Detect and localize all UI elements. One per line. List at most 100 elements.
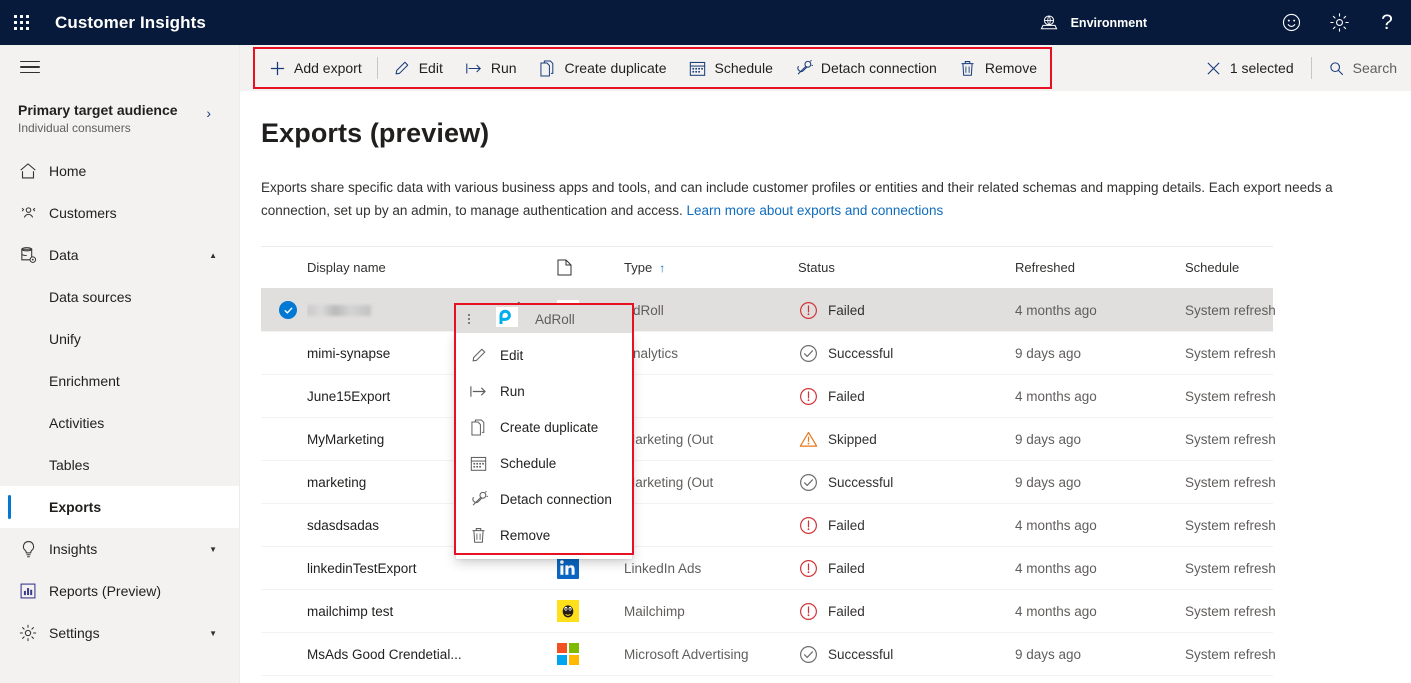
cell-schedule: System refresh xyxy=(1185,517,1276,533)
column-header-type[interactable]: Type ↑ xyxy=(624,260,798,275)
table-row[interactable]: mimi-synapse Analytics Successful 9 days ag… xyxy=(261,332,1276,375)
page-description: Exports share specific data with various… xyxy=(261,176,1386,222)
sidebar-item-reports-preview[interactable]: Reports (Preview) xyxy=(0,570,239,612)
sidebar-item-tables[interactable]: Tables xyxy=(0,444,239,486)
row-select-cell[interactable] xyxy=(261,301,307,319)
environment-selector[interactable]: Environment xyxy=(1036,10,1147,36)
cell-display-name-text: June15Export xyxy=(307,388,391,404)
row-select-cell[interactable] xyxy=(261,559,307,577)
report-chart-icon xyxy=(18,582,38,600)
sidebar-item-enrichment[interactable]: Enrichment xyxy=(0,360,239,402)
context-menu-item-label: Create duplicate xyxy=(500,419,599,435)
cell-status: Skipped xyxy=(798,430,1015,449)
sidebar-item-data[interactable]: Data ▲ xyxy=(0,234,239,276)
row-select-cell[interactable] xyxy=(261,645,307,663)
sidebar-item-label: Insights xyxy=(49,541,98,557)
context-menu-edit[interactable]: Edit xyxy=(456,337,632,373)
duplicate-icon xyxy=(539,59,557,77)
table-row[interactable]: June15Export Failed 4 months ago System ref… xyxy=(261,375,1276,418)
audience-subtitle: Individual consumers xyxy=(18,121,131,135)
row-select-cell[interactable] xyxy=(261,516,307,534)
table-row[interactable]: mailchimp test Mailchimp Failed 4 months ag… xyxy=(261,590,1276,633)
command-remove-button[interactable]: Remove xyxy=(948,50,1048,86)
row-checkbox-checked[interactable] xyxy=(279,301,297,319)
row-checkbox[interactable] xyxy=(279,387,297,405)
check-circle-icon xyxy=(798,473,818,492)
plus-icon xyxy=(268,60,286,77)
sidebar-item-label: Activities xyxy=(49,415,105,431)
cell-schedule: System refresh xyxy=(1185,388,1276,404)
calendar-icon xyxy=(469,455,488,472)
row-checkbox[interactable] xyxy=(279,516,297,534)
check-circle-icon xyxy=(798,344,818,363)
sidebar-item-unify[interactable]: Unify xyxy=(0,318,239,360)
error-circle-icon xyxy=(798,301,818,320)
context-menu-create-duplicate[interactable]: Create duplicate xyxy=(456,409,632,445)
chevron-down-icon[interactable]: ▼ xyxy=(209,545,217,554)
context-menu-remove[interactable]: Remove xyxy=(456,517,632,553)
column-header-status[interactable]: Status xyxy=(798,260,1015,275)
column-header-refreshed[interactable]: Refreshed xyxy=(1015,260,1185,275)
sidebar-item-exports[interactable]: Exports xyxy=(0,486,239,528)
run-arrow-icon xyxy=(469,384,488,399)
table-row[interactable]: linkedinTestExport LinkedIn Ads Failed 4 mo… xyxy=(261,547,1276,590)
table-row[interactable]: marketing Marketing (Out Successful 9 days … xyxy=(261,461,1276,504)
column-header-display-name[interactable]: Display name xyxy=(307,260,507,275)
learn-more-link[interactable]: Learn more about exports and connections xyxy=(687,203,944,218)
row-checkbox[interactable] xyxy=(279,344,297,362)
cell-display-name-text: MsAds Good Crendetial... xyxy=(307,646,462,662)
command-add-export-button[interactable]: Add export xyxy=(257,50,373,86)
sidebar-item-activities[interactable]: Activities xyxy=(0,402,239,444)
command-detach-connection-button[interactable]: Detach connection xyxy=(784,50,948,86)
primary-target-audience-selector[interactable]: Primary target audience Individual consu… xyxy=(0,89,239,150)
sidebar-item-insights[interactable]: Insights ▼ xyxy=(0,528,239,570)
row-checkbox[interactable] xyxy=(279,602,297,620)
row-select-cell[interactable] xyxy=(261,344,307,362)
row-select-cell[interactable] xyxy=(261,602,307,620)
hamburger-menu-icon[interactable] xyxy=(6,45,54,89)
chevron-down-icon[interactable]: ▼ xyxy=(209,629,217,638)
app-launcher-icon[interactable] xyxy=(0,0,44,45)
row-checkbox[interactable] xyxy=(279,559,297,577)
check-circle-icon xyxy=(798,645,818,664)
lightbulb-icon xyxy=(18,540,38,559)
people-icon xyxy=(18,205,38,222)
row-select-cell[interactable] xyxy=(261,430,307,448)
pencil-icon xyxy=(393,60,411,77)
row-checkbox[interactable] xyxy=(279,645,297,663)
search-icon xyxy=(1329,61,1344,76)
table-row[interactable]: sdasdsadas Failed 4 months ago System refre… xyxy=(261,504,1276,547)
command-create-duplicate-button[interactable]: Create duplicate xyxy=(528,50,678,86)
more-vertical-icon[interactable] xyxy=(458,314,480,324)
cell-status: Failed xyxy=(798,516,1015,535)
sidebar-item-settings[interactable]: Settings ▼ xyxy=(0,612,239,654)
command-schedule-button[interactable]: Schedule xyxy=(677,50,783,86)
trash-icon xyxy=(469,527,488,544)
row-checkbox[interactable] xyxy=(279,430,297,448)
chevron-up-icon[interactable]: ▲ xyxy=(209,251,217,260)
context-menu-run[interactable]: Run xyxy=(456,373,632,409)
table-row[interactable]: MyMarketing Marketing (Out Skipped 9 days a… xyxy=(261,418,1276,461)
gear-icon[interactable] xyxy=(1315,0,1363,45)
command-run-button[interactable]: Run xyxy=(454,50,528,86)
context-menu-schedule[interactable]: Schedule xyxy=(456,445,632,481)
clear-selection-button[interactable]: 1 selected xyxy=(1194,50,1306,86)
context-menu-item-label: Edit xyxy=(500,347,524,363)
column-header-schedule[interactable]: Schedule xyxy=(1185,260,1330,275)
sidebar-item-customers[interactable]: Customers xyxy=(0,192,239,234)
row-checkbox[interactable] xyxy=(279,473,297,491)
context-menu-item-label: Detach connection xyxy=(500,491,612,507)
sidebar-item-label: Reports (Preview) xyxy=(49,583,162,599)
sidebar-item-home[interactable]: Home xyxy=(0,150,239,192)
sidebar-item-data-sources[interactable]: Data sources xyxy=(0,276,239,318)
row-select-cell[interactable] xyxy=(261,387,307,405)
table-row[interactable]: MsAds Good Crendetial... Microsoft Advert… xyxy=(261,633,1276,676)
search-input[interactable]: Search xyxy=(1317,50,1411,86)
table-row[interactable]: AdRoll Failed 4 months ago System refresh xyxy=(261,289,1276,332)
cell-schedule: System refresh xyxy=(1185,302,1276,318)
help-question-icon[interactable]: ? xyxy=(1363,0,1411,45)
context-menu-detach-connection[interactable]: Detach connection xyxy=(456,481,632,517)
row-select-cell[interactable] xyxy=(261,473,307,491)
feedback-smiley-icon[interactable] xyxy=(1267,0,1315,45)
command-edit-button[interactable]: Edit xyxy=(382,50,454,86)
